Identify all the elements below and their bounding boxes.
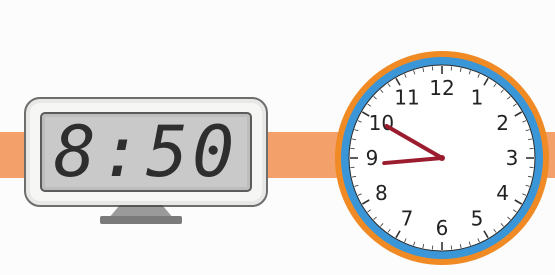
clock-number: 7	[401, 207, 414, 231]
analog-clock: 12 12 3 45678 9 1011	[335, 51, 549, 265]
clock-number: 10	[369, 111, 394, 135]
digital-clock: 8:50	[24, 97, 268, 207]
clock-number: 1	[471, 85, 484, 109]
clock-center-pin	[439, 155, 445, 161]
clock-number: 6	[436, 216, 449, 240]
clock-number: 8	[375, 181, 388, 205]
clock-number: 3	[506, 146, 519, 170]
digital-time-readout: 8:50	[53, 111, 239, 193]
clock-number: 2	[496, 111, 509, 135]
digital-clock-base	[100, 216, 182, 224]
clock-number: 5	[471, 207, 484, 231]
digital-clock-screen: 8:50	[40, 112, 252, 192]
clock-number: 4	[496, 181, 509, 205]
clock-number: 12	[429, 76, 454, 100]
clock-number: 11	[394, 85, 419, 109]
clock-number: 9	[366, 146, 379, 170]
clock-scene: 8:50 12 1 2 3 4 5 6 7 8 9 10 11	[0, 0, 555, 275]
